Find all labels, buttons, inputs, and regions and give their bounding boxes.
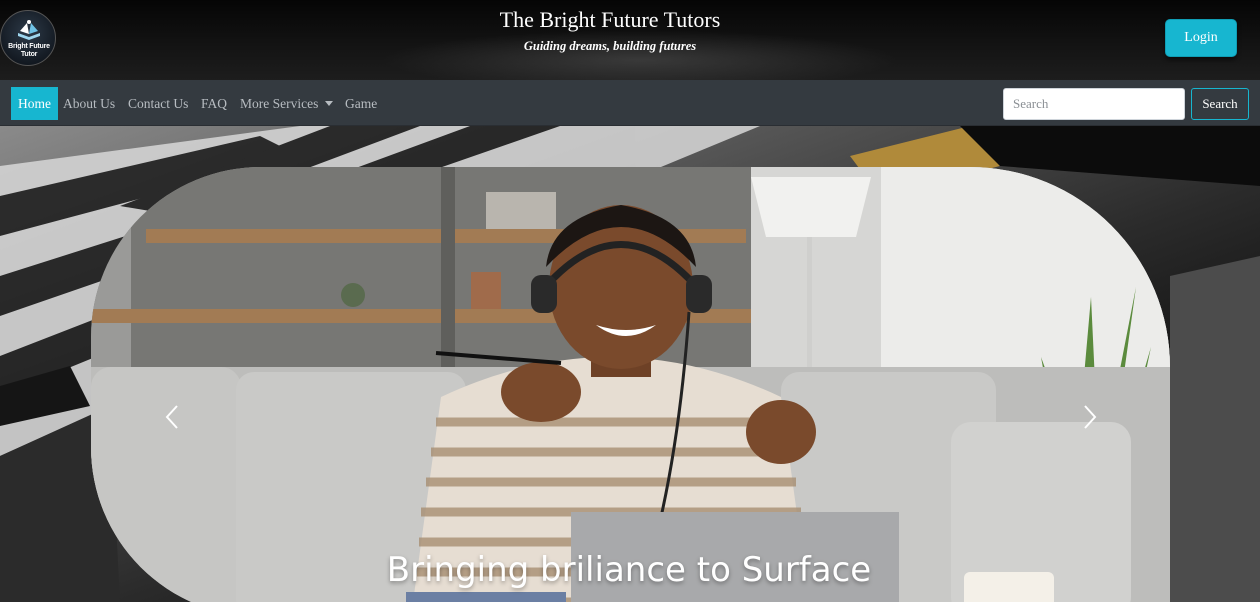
carousel-prev-icon[interactable] [164,404,180,430]
carousel-next-icon[interactable] [1082,404,1098,430]
search-button[interactable]: Search [1191,88,1249,120]
nav-more-services-label: More Services [240,96,319,111]
hero-slide-image [91,167,1170,602]
search-input[interactable] [1003,88,1185,120]
hero-carousel: Bringing briliance to Surface [0,126,1260,602]
site-title: The Bright Future Tutors [499,7,721,32]
site-header: Bright Future Tutor The Bright Future Tu… [0,0,1260,80]
nav-game[interactable]: Game [345,87,377,120]
nav-more-services[interactable]: More Services [240,87,334,120]
nav-about-us[interactable]: About Us [63,87,115,120]
site-tagline: Guiding dreams, building futures [523,39,697,53]
nav-contact-us[interactable]: Contact Us [128,87,188,120]
login-button[interactable]: Login [1165,19,1237,57]
nav-faq[interactable]: FAQ [201,87,227,120]
caret-down-icon [325,101,334,106]
student-on-sofa-photo [91,167,1170,602]
hero-caption: Bringing briliance to Surface [386,550,872,590]
nav-home[interactable]: Home [11,87,58,120]
